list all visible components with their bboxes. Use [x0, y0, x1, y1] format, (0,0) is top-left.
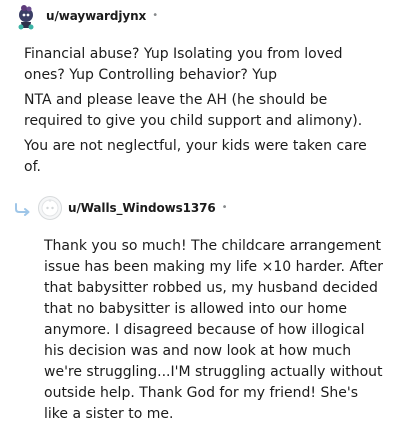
- reply-arrow-icon: [14, 201, 32, 216]
- comment-header: u/Walls_Windows1376 •: [14, 194, 228, 222]
- username[interactable]: u/Walls_Windows1376: [68, 201, 216, 215]
- username[interactable]: u/waywardjynx: [46, 9, 146, 23]
- comment-header: u/waywardjynx •: [16, 2, 158, 30]
- separator-dot: •: [152, 10, 159, 21]
- comment-paragraph: NTA and please leave the AH (he should b…: [24, 92, 363, 129]
- separator-dot: •: [221, 202, 228, 213]
- comment-body: Thank you so much! The childcare arrange…: [44, 236, 386, 429]
- default-avatar-icon[interactable]: [38, 196, 62, 220]
- comment-paragraph: You are not neglectful, your kids were t…: [24, 138, 367, 175]
- comment-paragraph: Thank you so much! The childcare arrange…: [44, 238, 384, 422]
- snoo-avatar-icon[interactable]: [16, 4, 40, 30]
- comment-body: Financial abuse? Yup Isolating you from …: [24, 44, 386, 182]
- comment-paragraph: Financial abuse? Yup Isolating you from …: [24, 46, 343, 83]
